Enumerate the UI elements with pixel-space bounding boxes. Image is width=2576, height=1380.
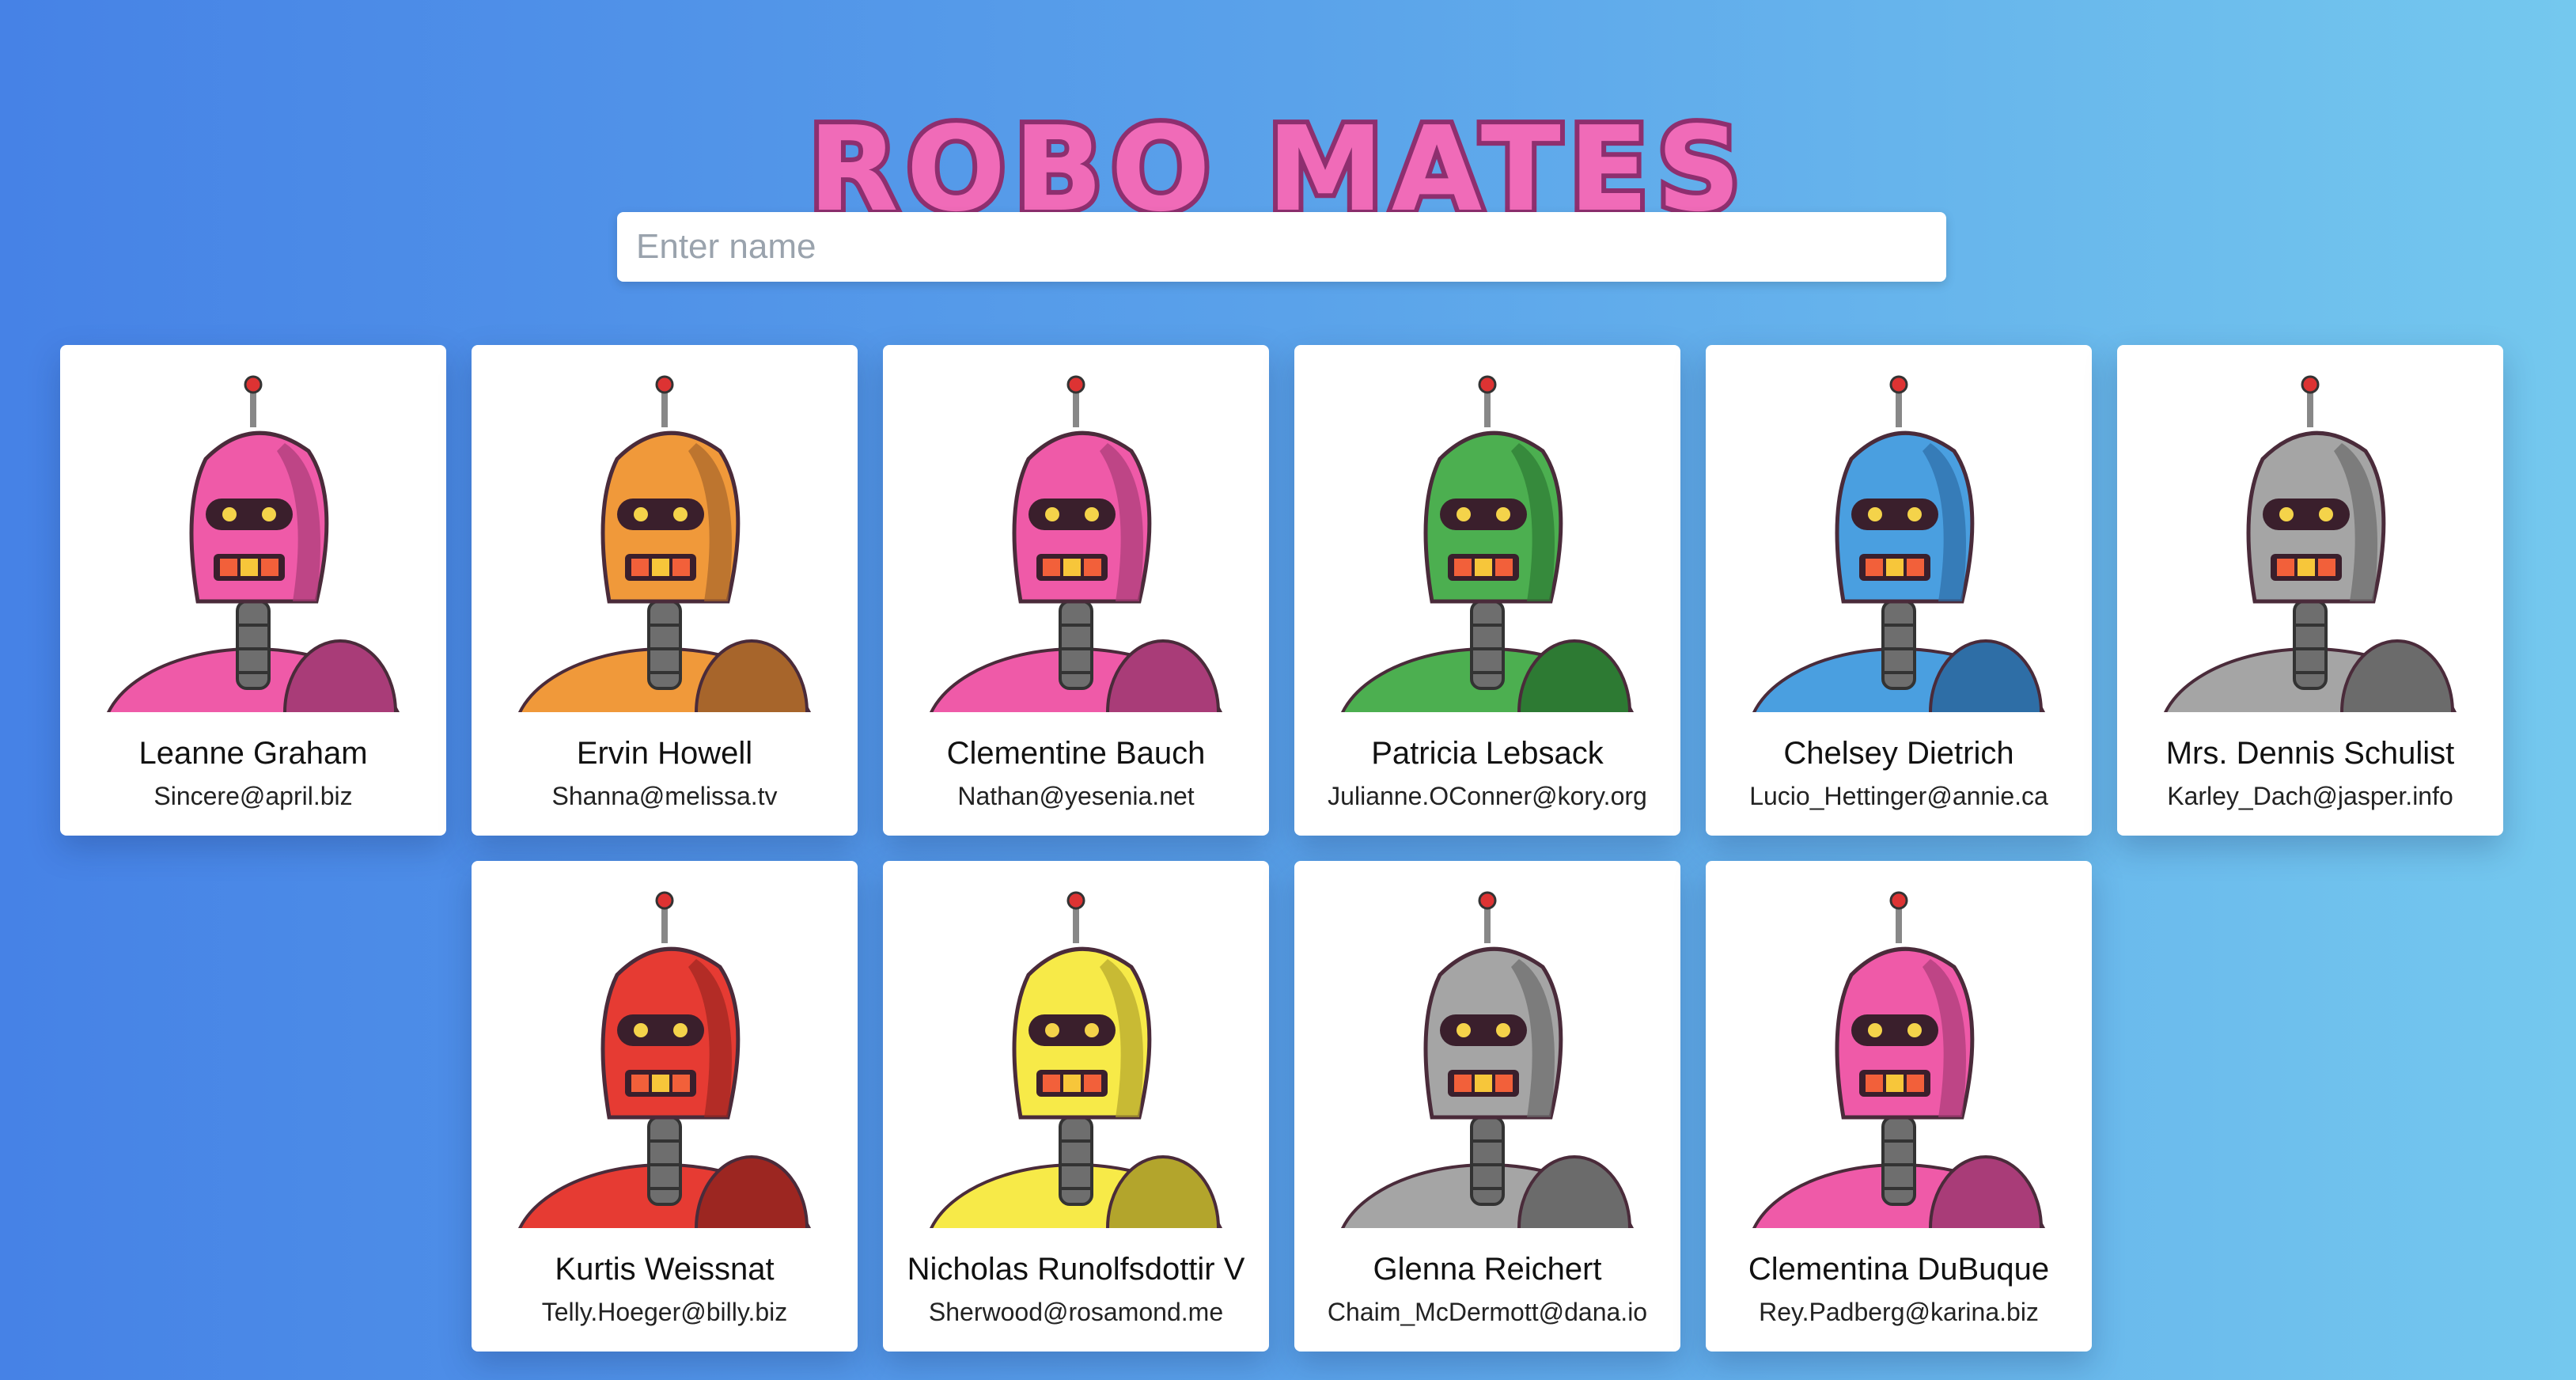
robot-name: Clementine Bauch [946,736,1206,771]
robot-avatar-icon [1340,891,1635,1228]
robot-email: Sincere@april.biz [153,782,353,810]
robot-card[interactable]: Glenna Reichert Chaim_McDermott@dana.io [1294,861,1680,1352]
robot-email: Lucio_Hettinger@annie.ca [1749,782,2048,810]
robot-email: Chaim_McDermott@dana.io [1327,1298,1648,1326]
robot-email: Karley_Dach@jasper.info [2167,782,2453,810]
robot-avatar-icon [1340,375,1635,712]
robot-avatar-icon [1752,375,2046,712]
robot-card[interactable]: Clementina DuBuque Rey.Padberg@karina.biz [1706,861,2092,1352]
robot-card[interactable]: Nicholas Runolfsdottir V Sherwood@rosamon… [883,861,1269,1352]
robot-card[interactable]: Leanne Graham Sincere@april.biz [60,345,446,836]
robot-card[interactable]: Kurtis Weissnat Telly.Hoeger@billy.biz [472,861,858,1352]
robot-card[interactable]: Chelsey Dietrich Lucio_Hettinger@annie.ca [1706,345,2092,836]
robot-name: Nicholas Runolfsdottir V [907,1252,1245,1287]
robot-name: Leanne Graham [138,736,368,771]
robot-card[interactable]: Clementine Bauch Nathan@yesenia.net [883,345,1269,836]
robot-card[interactable]: Mrs. Dennis Schulist Karley_Dach@jasper.i… [2117,345,2503,836]
robot-email: Rey.Padberg@karina.biz [1759,1298,2039,1326]
robot-name: Clementina DuBuque [1748,1252,2050,1287]
robot-name: Ervin Howell [576,736,753,771]
robot-name: Kurtis Weissnat [555,1252,775,1287]
robot-avatar-icon [929,891,1223,1228]
robot-name: Mrs. Dennis Schulist [2165,736,2455,771]
search-input[interactable] [617,212,1946,282]
robot-email: Telly.Hoeger@billy.biz [541,1298,788,1326]
robot-avatar-icon [2163,375,2457,712]
robot-name: Glenna Reichert [1373,1252,1602,1287]
robot-name: Patricia Lebsack [1371,736,1604,771]
page-title: ROBO MATES [804,101,1749,238]
robot-avatar-icon [517,891,812,1228]
robot-email: Nathan@yesenia.net [957,782,1195,810]
robot-avatar-icon [517,375,812,712]
robot-email: Shanna@melissa.tv [551,782,778,810]
robot-avatar-icon [106,375,400,712]
robot-avatar-icon [929,375,1223,712]
robot-name: Chelsey Dietrich [1783,736,2014,771]
robot-email: Sherwood@rosamond.me [928,1298,1224,1326]
robot-avatar-icon [1752,891,2046,1228]
robot-card[interactable]: Ervin Howell Shanna@melissa.tv [472,345,858,836]
robot-card[interactable]: Patricia Lebsack Julianne.OConner@kory.or… [1294,345,1680,836]
robot-email: Julianne.OConner@kory.org [1328,782,1647,810]
